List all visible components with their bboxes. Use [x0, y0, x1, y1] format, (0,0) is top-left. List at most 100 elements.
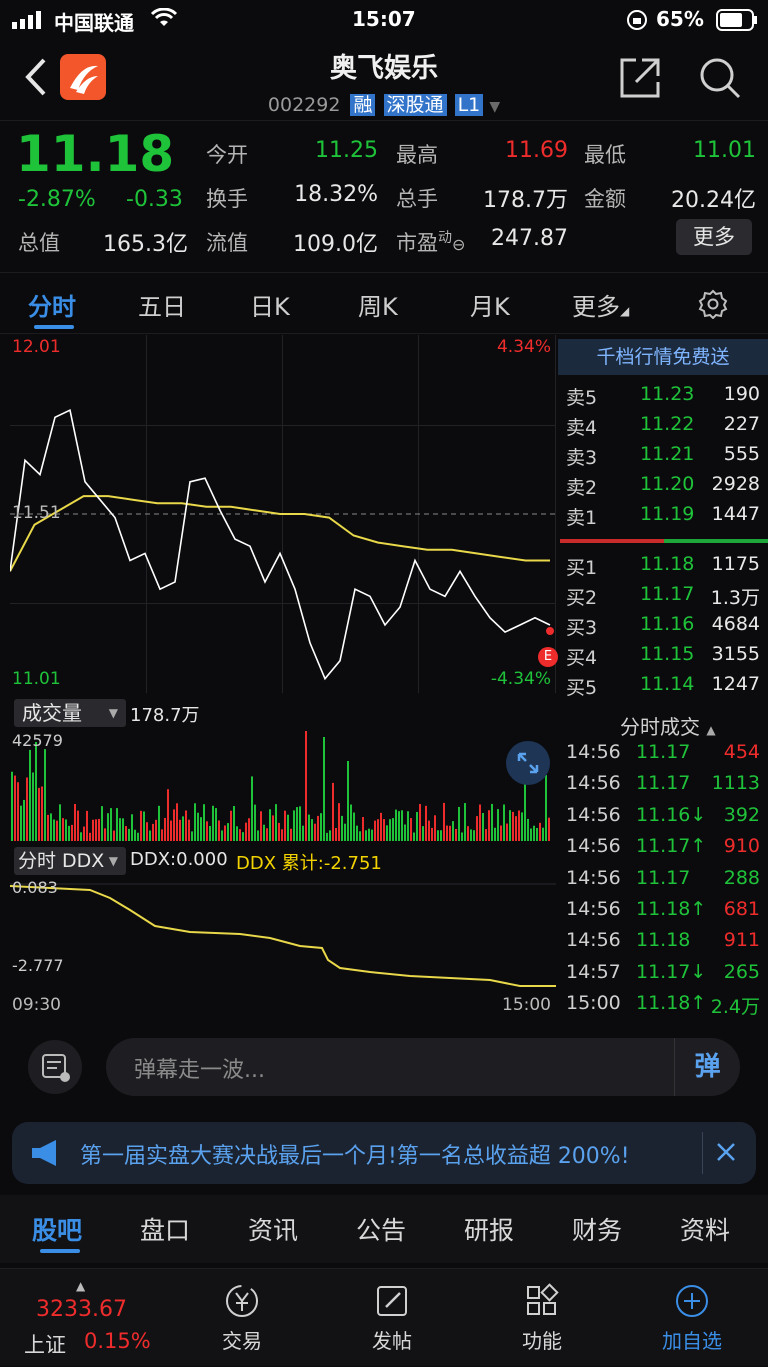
- bid-level-row[interactable]: 买4 11.15 3155: [560, 643, 768, 673]
- level-qty: 1175: [711, 553, 760, 575]
- ask-level-row[interactable]: 卖1 11.19 1447: [560, 503, 768, 533]
- tab-research[interactable]: 研报: [464, 1211, 514, 1247]
- tab-more[interactable]: 更多◢: [572, 287, 629, 322]
- badge-connect: 深股通: [383, 94, 447, 116]
- tab-monthly-k[interactable]: 月K: [470, 287, 510, 322]
- settings-gear-icon[interactable]: [698, 289, 728, 323]
- ticks-title-label: 分时成交: [620, 715, 700, 739]
- volume-bar: [95, 819, 97, 841]
- volume-bar: [317, 815, 319, 841]
- ask-level-row[interactable]: 卖4 11.22 227: [560, 413, 768, 443]
- volume-bar: [254, 804, 256, 841]
- expand-chart-icon[interactable]: [506, 741, 550, 785]
- volume-indicator-selector[interactable]: 成交量 ▼: [14, 699, 126, 727]
- barrage-settings-icon[interactable]: [28, 1040, 82, 1094]
- tick-price: 11.18: [636, 929, 691, 952]
- volume-bar: [494, 827, 496, 841]
- tab-five-day[interactable]: 五日: [138, 287, 186, 322]
- nav-trade[interactable]: 交易: [182, 1281, 302, 1354]
- ask-level-row[interactable]: 卖3 11.21 555: [560, 443, 768, 473]
- bid-level-row[interactable]: 买5 11.14 1247: [560, 673, 768, 703]
- more-button[interactable]: 更多: [676, 219, 752, 255]
- level-label: 卖2: [566, 477, 598, 499]
- volume-bar: [428, 820, 430, 841]
- level-label: 卖3: [566, 447, 598, 469]
- level-label: 卖4: [566, 417, 598, 439]
- barrage-send-button[interactable]: 弹: [674, 1038, 740, 1096]
- volume-bar: [20, 805, 22, 841]
- volume-bar: [98, 818, 100, 841]
- ask-level-row[interactable]: 卖5 11.23 190: [560, 383, 768, 413]
- promo-banner[interactable]: 第一届实盘大赛决战最后一个月!第一名总收益超 200%!: [12, 1122, 756, 1184]
- volume-bar: [407, 811, 409, 841]
- volume-bar: [380, 812, 382, 841]
- tab-news[interactable]: 资讯: [248, 1211, 298, 1247]
- volume-bar: [548, 817, 550, 841]
- nav-post[interactable]: 发帖: [332, 1281, 452, 1354]
- volume-bar: [386, 825, 388, 841]
- info-icon[interactable]: ⊖: [452, 235, 465, 254]
- bid-level-row[interactable]: 买1 11.18 1175: [560, 553, 768, 583]
- banner-divider: [702, 1132, 703, 1174]
- volume-bar: [170, 820, 172, 841]
- price-panel[interactable]: 12.01 11.51 11.01 4.34% -4.34% E: [10, 335, 558, 693]
- ask-level-row[interactable]: 卖2 11.20 2928: [560, 473, 768, 503]
- volume-bar: [32, 772, 34, 841]
- ddx-indicator-selector[interactable]: 分时 DDX ▼: [14, 847, 126, 875]
- volume-bar: [125, 826, 127, 841]
- average-price-line: [10, 495, 550, 572]
- index-ticker[interactable]: ▲ 3233.67 上证 0.15%: [0, 1269, 168, 1367]
- price-high-label: 12.01: [12, 337, 61, 357]
- volume-bar: [413, 832, 415, 841]
- tab-daily-k[interactable]: 日K: [250, 287, 290, 322]
- order-book-promo[interactable]: 千档行情免费送: [558, 339, 768, 375]
- event-badge[interactable]: E: [538, 647, 558, 667]
- tab-finance[interactable]: 财务: [572, 1211, 622, 1247]
- float-label: 流值: [206, 231, 248, 255]
- share-icon[interactable]: [618, 56, 662, 104]
- volume-bar: [59, 804, 61, 841]
- ddx-chart-svg: [10, 883, 556, 987]
- tab-order-depth[interactable]: 盘口: [140, 1211, 190, 1247]
- tick-row: 14:56 11.18 911: [560, 929, 768, 960]
- barrage-input[interactable]: 弹幕走一波... 弹: [106, 1038, 740, 1096]
- volume-bar: [344, 823, 346, 841]
- volume-bar: [83, 826, 85, 841]
- close-icon[interactable]: [714, 1140, 738, 1168]
- bid-level-row[interactable]: 买3 11.16 4684: [560, 613, 768, 643]
- level-price: 11.15: [640, 643, 695, 665]
- tab-weekly-k[interactable]: 周K: [358, 287, 398, 322]
- ddx-cumulative: DDX 累计:-2.751: [236, 853, 382, 874]
- tab-announcements[interactable]: 公告: [356, 1211, 406, 1247]
- volume-bar: [137, 832, 139, 841]
- edit-pencil-icon: [332, 1281, 452, 1325]
- volume-bar: [29, 749, 31, 841]
- tab-profile[interactable]: 资料: [680, 1211, 730, 1247]
- last-point-marker: [546, 627, 554, 635]
- level-price: 11.20: [640, 473, 695, 495]
- volume-bar: [401, 810, 403, 841]
- nav-add-watchlist[interactable]: 加自选: [632, 1281, 752, 1354]
- signal-icon: [12, 10, 46, 34]
- level-label: 卖5: [566, 387, 598, 409]
- tick-row: 14:56 11.17 1113: [560, 772, 768, 803]
- search-icon[interactable]: [698, 56, 742, 104]
- tick-price: 11.18↑: [636, 898, 707, 920]
- volume-bar: [26, 777, 28, 841]
- chevron-down-icon[interactable]: ▼: [489, 99, 500, 115]
- time-start-label: 09:30: [12, 995, 61, 1015]
- tick-qty: 910: [723, 835, 760, 858]
- ticks-title[interactable]: 分时成交 ▲: [620, 711, 716, 740]
- bid-level-row[interactable]: 买2 11.17 1.3万: [560, 583, 768, 613]
- tab-intraday[interactable]: 分时: [28, 287, 76, 322]
- carrier-label: 中国联通: [54, 11, 134, 35]
- tab-forum[interactable]: 股吧: [32, 1211, 82, 1247]
- volume-bar: [158, 805, 160, 841]
- volume-bar: [506, 823, 508, 841]
- volume-bar: [503, 804, 505, 841]
- megaphone-icon: [30, 1138, 62, 1172]
- nav-functions[interactable]: 功能: [482, 1281, 602, 1354]
- price-low-label: 11.01: [12, 669, 61, 689]
- level-price: 11.22: [640, 413, 695, 435]
- volume-bar: [446, 825, 448, 841]
